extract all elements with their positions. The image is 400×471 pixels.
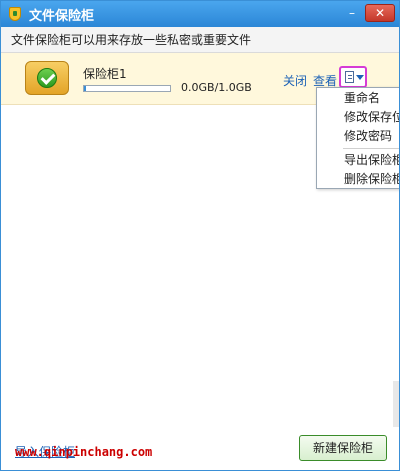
options-menu: 重命名 修改保存位置 修改密码 导出保险柜 删除保险柜 bbox=[316, 87, 399, 189]
close-window-button[interactable]: ✕ bbox=[365, 4, 395, 22]
new-vault-button[interactable]: 新建保险柜 bbox=[299, 435, 387, 461]
window-title: 文件保险柜 bbox=[29, 8, 95, 24]
document-icon bbox=[345, 71, 354, 83]
close-vault-link[interactable]: 关闭 bbox=[283, 72, 307, 89]
footer: 导入保险柜 www.qinpinchang.com 新建保险柜 bbox=[1, 427, 399, 470]
vault-safe-icon bbox=[25, 61, 69, 95]
description-text: 文件保险柜可以用来存放一些私密或重要文件 bbox=[1, 27, 399, 53]
window-controls: – ✕ bbox=[341, 4, 395, 22]
menu-item-change-password[interactable]: 修改密码 bbox=[317, 128, 399, 145]
usage-progress-fill bbox=[84, 86, 86, 91]
watermark: www.qinpinchang.com bbox=[15, 445, 153, 459]
menu-item-export[interactable]: 导出保险柜 bbox=[317, 152, 399, 169]
vault-name: 保险柜1 bbox=[83, 67, 127, 81]
chevron-down-icon bbox=[356, 75, 364, 80]
title-bar: 文件保险柜 – ✕ bbox=[1, 1, 399, 27]
menu-item-change-location[interactable]: 修改保存位置 bbox=[317, 109, 399, 126]
menu-item-rename[interactable]: 重命名 bbox=[317, 90, 399, 107]
menu-item-delete[interactable]: 删除保险柜 bbox=[317, 171, 399, 188]
capacity-text: 0.0GB/1.0GB bbox=[181, 81, 252, 94]
minimize-button[interactable]: – bbox=[341, 4, 363, 22]
checkmark-icon bbox=[37, 68, 57, 88]
scrollbar[interactable] bbox=[393, 381, 399, 431]
usage-progress-bar bbox=[83, 85, 171, 92]
vault-window: 文件保险柜 – ✕ 文件保险柜可以用来存放一些私密或重要文件 保险柜1 0.0G… bbox=[0, 0, 400, 471]
menu-divider bbox=[343, 148, 399, 149]
more-options-button[interactable] bbox=[339, 66, 367, 88]
vault-shield-icon bbox=[7, 6, 23, 22]
